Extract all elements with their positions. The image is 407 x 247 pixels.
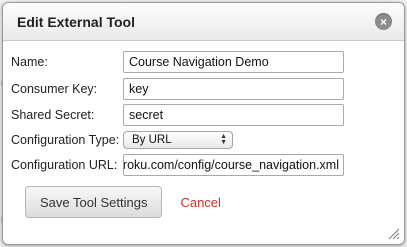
resize-grip-icon[interactable]	[388, 228, 400, 240]
dialog-actions: Save Tool Settings Cancel	[25, 186, 221, 218]
configuration-url-row: Configuration URL: :roku.com/config/cour…	[11, 154, 344, 176]
dialog-body: Name: Course Navigation Demo Consumer Ke…	[3, 41, 404, 244]
consumer-key-label: Consumer Key:	[11, 82, 98, 96]
save-tool-settings-button[interactable]: Save Tool Settings	[25, 186, 163, 218]
name-label: Name:	[11, 55, 48, 69]
shared-secret-input[interactable]: secret	[123, 104, 344, 126]
cancel-link[interactable]: Cancel	[180, 195, 220, 210]
shared-secret-row: Shared Secret: secret	[11, 104, 344, 126]
name-row: Name: Course Navigation Demo	[11, 51, 344, 73]
edit-external-tool-dialog: Edit External Tool × Name: Course Naviga…	[2, 2, 405, 245]
close-icon[interactable]: ×	[375, 13, 392, 30]
configuration-type-row: Configuration Type: By URL ▲ ▼	[11, 131, 233, 149]
configuration-type-label: Configuration Type:	[11, 133, 120, 147]
configuration-url-label: Configuration URL:	[11, 158, 118, 172]
select-arrows-icon: ▲ ▼	[220, 133, 227, 146]
dialog-title: Edit External Tool	[17, 13, 135, 30]
configuration-type-select[interactable]: By URL ▲ ▼	[123, 131, 233, 149]
consumer-key-input[interactable]: key	[123, 78, 344, 100]
configuration-url-input[interactable]: :roku.com/config/course_navigation.xml	[123, 154, 344, 176]
consumer-key-row: Consumer Key: key	[11, 78, 344, 100]
configuration-type-value: By URL	[132, 134, 172, 146]
dialog-titlebar[interactable]: Edit External Tool ×	[3, 3, 404, 41]
shared-secret-label: Shared Secret:	[11, 108, 95, 122]
configuration-url-value: :roku.com/config/course_navigation.xml	[123, 158, 339, 172]
name-input[interactable]: Course Navigation Demo	[123, 51, 344, 73]
